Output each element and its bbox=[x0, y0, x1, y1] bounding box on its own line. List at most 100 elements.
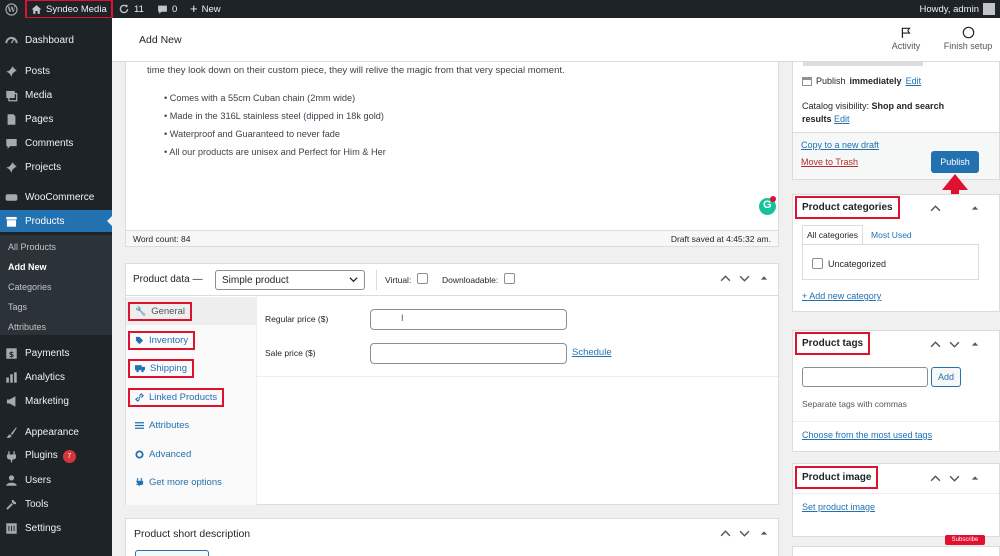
submenu-categories[interactable]: Categories bbox=[8, 282, 52, 292]
toggle-panel-icon[interactable] bbox=[760, 274, 768, 282]
toggle-panel-icon[interactable] bbox=[971, 340, 979, 348]
menu-payments[interactable]: $ Payments bbox=[0, 342, 112, 364]
submenu-all-products[interactable]: All Products bbox=[8, 242, 56, 252]
edit-publish-date-link[interactable]: Edit bbox=[906, 76, 922, 86]
archive-icon bbox=[5, 215, 18, 228]
tab-shipping-label: Shipping bbox=[150, 362, 187, 374]
product-type-select[interactable]: Simple product bbox=[215, 270, 365, 290]
menu-comments[interactable]: Comments bbox=[0, 132, 112, 154]
tab-most-used[interactable]: Most Used bbox=[863, 225, 920, 245]
tab-all-categories[interactable]: All categories bbox=[802, 225, 864, 245]
menu-posts[interactable]: Posts bbox=[0, 60, 112, 82]
menu-settings[interactable]: Settings bbox=[0, 517, 112, 539]
list-item: • All our products are unisex and Perfec… bbox=[164, 147, 386, 157]
tab-inventory-label: Inventory bbox=[149, 334, 189, 346]
finish-setup-button[interactable]: Finish setup bbox=[940, 26, 996, 51]
product-image-box: Product image Set product image bbox=[792, 463, 1000, 537]
product-type-value: Simple product bbox=[222, 275, 289, 286]
tab-attributes[interactable]: Attributes bbox=[126, 411, 256, 439]
move-up-icon[interactable] bbox=[930, 203, 941, 214]
menu-products[interactable]: Products bbox=[0, 210, 112, 232]
toggle-panel-icon[interactable] bbox=[971, 474, 979, 482]
users-icon bbox=[5, 474, 18, 487]
regular-price-input[interactable]: I bbox=[370, 309, 567, 330]
menu-tools-label: Tools bbox=[25, 498, 49, 510]
comments-link[interactable]: 0 bbox=[157, 0, 177, 18]
progress-circle-icon bbox=[962, 26, 975, 39]
product-gallery-box bbox=[792, 546, 1000, 556]
menu-appearance[interactable]: Appearance bbox=[0, 421, 112, 443]
move-up-icon[interactable] bbox=[720, 273, 731, 284]
toggle-panel-icon[interactable] bbox=[971, 204, 979, 212]
move-to-trash-link[interactable]: Move to Trash bbox=[801, 157, 858, 167]
tab-shipping[interactable]: Shipping bbox=[126, 354, 256, 382]
new-label: New bbox=[201, 3, 221, 15]
menu-pages[interactable]: Pages bbox=[0, 108, 112, 130]
site-name-link[interactable]: Syndeo Media bbox=[25, 0, 113, 19]
draft-saved-status: Draft saved at 4:45:32 am. bbox=[670, 234, 771, 244]
menu-dashboard[interactable]: Dashboard bbox=[0, 29, 112, 51]
updates-link[interactable]: 11 bbox=[118, 0, 144, 18]
wordpress-logo-icon[interactable]: W bbox=[5, 0, 18, 18]
add-new-category-link[interactable]: + Add new category bbox=[802, 291, 881, 301]
tab-linked-products[interactable]: Linked Products bbox=[126, 383, 256, 411]
set-product-image-link[interactable]: Set product image bbox=[802, 502, 875, 512]
home-icon bbox=[31, 4, 42, 15]
description-editor[interactable]: time they look down on their custom piec… bbox=[125, 62, 779, 247]
menu-users[interactable]: Users bbox=[0, 469, 112, 491]
add-tag-button[interactable]: Add bbox=[931, 367, 961, 387]
add-media-button[interactable] bbox=[135, 550, 209, 556]
virtual-checkbox[interactable] bbox=[417, 273, 428, 284]
move-down-icon[interactable] bbox=[739, 528, 750, 539]
menu-analytics[interactable]: Analytics bbox=[0, 366, 112, 388]
tab-advanced[interactable]: Advanced bbox=[126, 440, 256, 468]
menu-marketing[interactable]: Marketing bbox=[0, 390, 112, 412]
tab-inventory[interactable]: Inventory bbox=[126, 326, 256, 354]
flag-icon bbox=[900, 26, 912, 39]
tab-general[interactable]: 🔧 General bbox=[126, 297, 256, 325]
new-content-link[interactable]: + New bbox=[190, 0, 221, 18]
menu-projects[interactable]: Projects bbox=[0, 156, 112, 178]
bullet-text: Made in the 316L stainless steel (dipped… bbox=[169, 111, 384, 121]
move-down-icon[interactable] bbox=[739, 273, 750, 284]
edit-catalog-visibility-link[interactable]: Edit bbox=[834, 114, 850, 124]
activity-button[interactable]: Activity bbox=[884, 26, 928, 51]
tab-get-more-options[interactable]: Get more options bbox=[126, 468, 256, 496]
menu-tools[interactable]: Tools bbox=[0, 493, 112, 515]
tab-attributes-label: Attributes bbox=[149, 419, 190, 431]
tag-input[interactable] bbox=[802, 367, 928, 387]
menu-woocommerce[interactable]: WooCommerce bbox=[0, 186, 112, 208]
submenu-add-new[interactable]: Add New bbox=[8, 262, 47, 272]
publish-box: Publish immediately Edit Catalog visibil… bbox=[792, 62, 1000, 180]
move-up-icon[interactable] bbox=[720, 528, 731, 539]
products-submenu: All Products Add New Categories Tags Att… bbox=[0, 235, 112, 335]
publish-button[interactable]: Publish bbox=[931, 151, 979, 173]
submenu-attributes[interactable]: Attributes bbox=[8, 322, 46, 332]
submenu-tags[interactable]: Tags bbox=[8, 302, 27, 312]
menu-media[interactable]: Media bbox=[0, 84, 112, 106]
tab-linked-products-label: Linked Products bbox=[149, 391, 218, 403]
page-icon bbox=[5, 113, 18, 126]
general-panel: Regular price ($) I Sale price ($) Sched… bbox=[257, 297, 778, 377]
account-menu[interactable]: Howdy, admin bbox=[920, 0, 995, 18]
menu-plugins[interactable]: Plugins 7 bbox=[0, 445, 112, 467]
grammarly-icon[interactable]: G bbox=[759, 196, 776, 215]
choose-most-used-tags-link[interactable]: Choose from the most used tags bbox=[802, 430, 932, 440]
menu-settings-label: Settings bbox=[25, 522, 62, 534]
downloadable-label: Downloadable: bbox=[442, 275, 499, 285]
move-up-icon[interactable] bbox=[930, 339, 941, 350]
menu-pages-label: Pages bbox=[25, 113, 54, 125]
page-title: Add New bbox=[139, 34, 182, 46]
move-down-icon[interactable] bbox=[949, 473, 960, 484]
move-down-icon[interactable] bbox=[949, 339, 960, 350]
avatar bbox=[983, 3, 995, 15]
move-up-icon[interactable] bbox=[930, 473, 941, 484]
sale-price-input[interactable] bbox=[370, 343, 567, 364]
comment-icon bbox=[157, 4, 168, 15]
copy-to-draft-link[interactable]: Copy to a new draft bbox=[801, 140, 879, 150]
truck-icon bbox=[135, 364, 145, 373]
uncategorized-checkbox[interactable] bbox=[812, 258, 823, 269]
schedule-link[interactable]: Schedule bbox=[572, 347, 612, 358]
downloadable-checkbox[interactable] bbox=[504, 273, 515, 284]
toggle-panel-icon[interactable] bbox=[760, 529, 768, 537]
